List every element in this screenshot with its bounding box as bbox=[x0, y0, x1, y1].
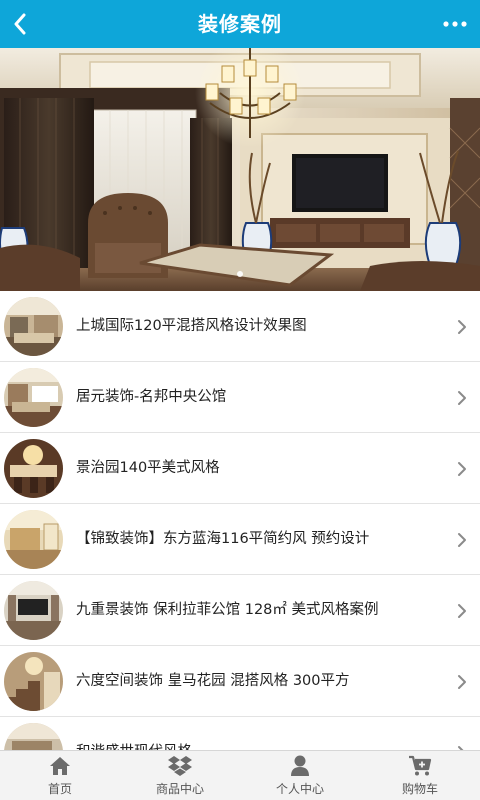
chevron-right-icon bbox=[452, 433, 472, 504]
banner-image bbox=[0, 48, 480, 291]
dropbox-icon bbox=[168, 755, 192, 776]
living-room-thumbnail bbox=[4, 581, 63, 640]
tab-home[interactable]: 首页 bbox=[0, 751, 120, 800]
chevron-right-icon bbox=[452, 362, 472, 433]
tab-products[interactable]: 商品中心 bbox=[120, 751, 240, 800]
list-item[interactable]: 九重景装饰 保利拉菲公馆 128㎡ 美式风格案例 bbox=[0, 575, 480, 646]
list-item[interactable]: 居元装饰-名邦中央公馆 bbox=[0, 362, 480, 433]
chevron-right-icon bbox=[452, 646, 472, 717]
banner-carousel[interactable] bbox=[0, 48, 480, 291]
chevron-right-icon bbox=[452, 504, 472, 575]
list-item-title: 六度空间装饰 皇马花园 混搭风格 300平方 bbox=[76, 673, 350, 689]
home-icon bbox=[50, 756, 70, 775]
list-item-title: 【锦致装饰】东方蓝海116平简约风 预约设计 bbox=[76, 531, 370, 547]
bottom-tab-bar: 首页 商品中心 个人中心 购物车 bbox=[0, 750, 480, 800]
list-item[interactable]: 景治园140平美式风格 bbox=[0, 433, 480, 504]
more-button[interactable] bbox=[440, 0, 470, 48]
list-item-title: 上城国际120平混搭风格设计效果图 bbox=[76, 318, 307, 334]
person-icon bbox=[291, 755, 309, 776]
header-bar: 装修案例 bbox=[0, 0, 480, 48]
case-list: 上城国际120平混搭风格设计效果图 居元装饰-名邦中央公馆 景治园140平美式风… bbox=[0, 291, 480, 788]
tab-profile[interactable]: 个人中心 bbox=[240, 751, 360, 800]
living-room-thumbnail bbox=[4, 368, 63, 427]
app-screen: 装修案例 上城国际120平混搭风格设计效果图 居元装饰-名邦中央公馆 景治园14… bbox=[0, 0, 480, 800]
staircase-thumbnail bbox=[4, 652, 63, 711]
list-item[interactable]: 上城国际120平混搭风格设计效果图 bbox=[0, 291, 480, 362]
list-item-title: 九重景装饰 保利拉菲公馆 128㎡ 美式风格案例 bbox=[76, 602, 379, 618]
list-item-title: 景治园140平美式风格 bbox=[76, 460, 220, 476]
bedroom-thumbnail bbox=[4, 510, 63, 569]
tab-profile-label: 个人中心 bbox=[275, 781, 324, 796]
more-dots-icon bbox=[443, 21, 467, 27]
tab-home-label: 首页 bbox=[47, 781, 72, 796]
page-title: 装修案例 bbox=[198, 12, 282, 36]
cart-icon bbox=[409, 755, 432, 775]
living-room-thumbnail bbox=[4, 297, 63, 356]
carousel-dot-active[interactable] bbox=[237, 271, 243, 277]
carousel-indicator bbox=[0, 271, 480, 277]
list-item[interactable]: 【锦致装饰】东方蓝海116平简约风 预约设计 bbox=[0, 504, 480, 575]
tab-cart-label: 购物车 bbox=[401, 781, 438, 796]
dining-room-thumbnail bbox=[4, 439, 63, 498]
tab-cart[interactable]: 购物车 bbox=[360, 751, 480, 800]
list-item[interactable]: 六度空间装饰 皇马花园 混搭风格 300平方 bbox=[0, 646, 480, 717]
chevron-right-icon bbox=[452, 575, 472, 646]
list-item-title: 居元装饰-名邦中央公馆 bbox=[76, 389, 227, 405]
tab-products-label: 商品中心 bbox=[155, 781, 204, 796]
chevron-right-icon bbox=[452, 291, 472, 362]
